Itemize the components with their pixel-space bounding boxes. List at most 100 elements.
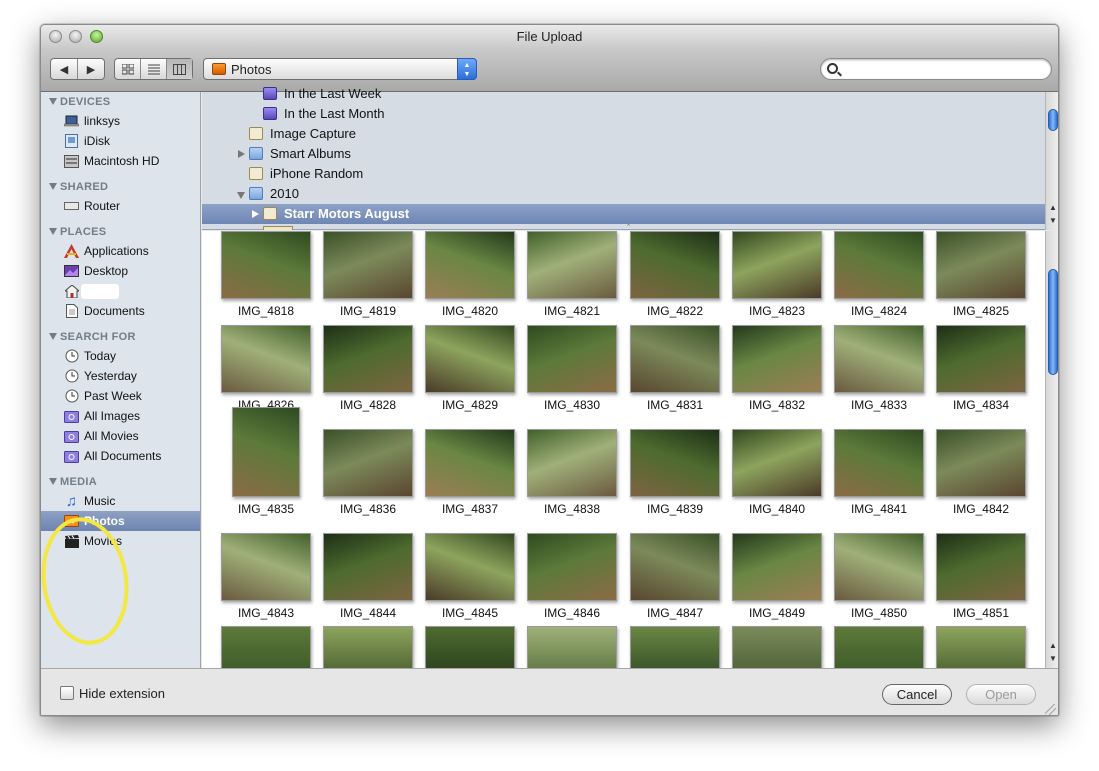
photo-thumbnail-partial[interactable] xyxy=(424,626,516,668)
photo-thumbnail[interactable]: IMG_4830 xyxy=(526,325,618,412)
photo-thumbnail[interactable]: IMG_4840 xyxy=(731,429,823,516)
photo-thumbnail[interactable]: IMG_4839 xyxy=(629,429,721,516)
list-view-icon[interactable] xyxy=(141,59,167,79)
sidebar-section-media[interactable]: MEDIA xyxy=(49,476,97,488)
sidebar-item-applications[interactable]: Applications xyxy=(41,241,200,261)
hide-extension-checkbox[interactable]: Hide extension xyxy=(60,686,165,701)
photo-thumbnail[interactable]: IMG_4846 xyxy=(526,533,618,620)
browser-row-in-the-last-month[interactable]: In the Last Month xyxy=(202,104,1045,124)
title-bar[interactable]: File Upload xyxy=(41,25,1058,49)
photo-thumbnail-partial[interactable] xyxy=(935,626,1027,668)
sidebar-item-router[interactable]: Router xyxy=(41,196,200,216)
sidebar-item-home[interactable] xyxy=(41,281,200,301)
sidebar-section-places[interactable]: PLACES xyxy=(49,226,106,238)
photo-thumbnail[interactable]: IMG_4837 xyxy=(424,429,516,516)
photo-thumbnail[interactable]: IMG_4849 xyxy=(731,533,823,620)
photo-thumbnail[interactable]: IMG_4832 xyxy=(731,325,823,412)
sidebar-section-shared[interactable]: SHARED xyxy=(49,181,108,193)
cancel-button[interactable]: Cancel xyxy=(882,684,952,705)
open-button[interactable]: Open xyxy=(966,684,1036,705)
browser-scroll-thumb[interactable] xyxy=(1048,109,1058,131)
sidebar-item-past-week[interactable]: Past Week xyxy=(41,386,200,406)
sidebar-item-macintosh-hd[interactable]: Macintosh HD xyxy=(41,151,200,171)
photo-thumbnail[interactable]: IMG_4851 xyxy=(935,533,1027,620)
photo-thumbnail[interactable]: IMG_4838 xyxy=(526,429,618,516)
sidebar-section-devices[interactable]: DEVICES xyxy=(49,96,110,108)
search-field[interactable] xyxy=(820,58,1052,80)
back-arrow-icon[interactable]: ◀ xyxy=(51,59,78,79)
photo-thumbnail[interactable]: IMG_4823 xyxy=(731,231,823,318)
photo-thumbnail-partial[interactable] xyxy=(731,626,823,668)
photo-thumbnail[interactable]: IMG_4826 xyxy=(220,325,312,412)
close-button[interactable] xyxy=(49,30,62,43)
sidebar-item-desktop[interactable]: Desktop xyxy=(41,261,200,281)
photo-thumbnail[interactable]: IMG_4820 xyxy=(424,231,516,318)
sidebar-section-search-for[interactable]: SEARCH FOR xyxy=(49,331,136,343)
photo-thumbnail[interactable]: IMG_4850 xyxy=(833,533,925,620)
browser-scrollbar[interactable]: ▲ ▼ xyxy=(1045,92,1058,230)
scroll-up-arrow-icon[interactable]: ▲ xyxy=(1046,639,1058,652)
disclosure-triangle-icon[interactable] xyxy=(237,192,245,199)
network-device-icon xyxy=(64,199,79,213)
photo-thumbnail[interactable]: IMG_4818 xyxy=(220,231,312,318)
photo-thumbnail[interactable]: IMG_4819 xyxy=(322,231,414,318)
photo-thumbnail-partial[interactable] xyxy=(220,626,312,668)
browser-row-image-capture[interactable]: Image Capture xyxy=(202,124,1045,144)
photo-thumbnail[interactable]: IMG_4844 xyxy=(322,533,414,620)
photo-thumbnail-partial[interactable] xyxy=(833,626,925,668)
disclosure-triangle-icon[interactable] xyxy=(252,210,259,218)
sidebar-item-linksys[interactable]: linksys xyxy=(41,111,200,131)
browser-row-in-the-last-week[interactable]: In the Last Week xyxy=(202,84,1045,104)
photo-thumbnail[interactable]: IMG_4831 xyxy=(629,325,721,412)
zoom-button[interactable] xyxy=(90,30,103,43)
photo-image xyxy=(323,325,413,393)
disclosure-triangle-icon[interactable] xyxy=(238,150,245,158)
photo-image xyxy=(936,533,1026,601)
photo-image xyxy=(425,626,515,668)
photo-thumbnail[interactable]: IMG_4833 xyxy=(833,325,925,412)
photo-thumbnail[interactable]: IMG_4843 xyxy=(220,533,312,620)
photo-thumbnail[interactable]: IMG_4835 xyxy=(220,407,312,516)
photo-thumbnail[interactable]: IMG_4841 xyxy=(833,429,925,516)
sidebar-item-idisk[interactable]: iDisk xyxy=(41,131,200,151)
photo-thumbnail[interactable]: IMG_4834 xyxy=(935,325,1027,412)
sidebar-item-all-documents[interactable]: All Documents xyxy=(41,446,200,466)
sidebar-item-all-images[interactable]: All Images xyxy=(41,406,200,426)
photo-thumbnail[interactable]: IMG_4845 xyxy=(424,533,516,620)
minimize-button[interactable] xyxy=(69,30,82,43)
clock-icon xyxy=(64,349,79,363)
sidebar-item-all-movies[interactable]: All Movies xyxy=(41,426,200,446)
scroll-up-arrow-icon[interactable]: ▲ xyxy=(1046,201,1058,214)
browser-row-2010[interactable]: 2010 xyxy=(202,184,1045,204)
sidebar-item-documents[interactable]: Documents xyxy=(41,301,200,321)
scroll-down-arrow-icon[interactable]: ▼ xyxy=(1046,214,1058,227)
photo-thumbnail[interactable]: IMG_4829 xyxy=(424,325,516,412)
photo-thumbnail[interactable]: IMG_4824 xyxy=(833,231,925,318)
scroll-down-arrow-icon[interactable]: ▼ xyxy=(1046,652,1058,665)
checkbox-box[interactable] xyxy=(60,686,74,700)
photo-thumbnail[interactable]: IMG_4822 xyxy=(629,231,721,318)
photo-thumbnail-partial[interactable] xyxy=(322,626,414,668)
photo-thumbnail[interactable]: IMG_4828 xyxy=(322,325,414,412)
column-view-icon[interactable] xyxy=(167,59,192,79)
browser-row-smart-albums[interactable]: Smart Albums xyxy=(202,144,1045,164)
resize-grip-icon[interactable] xyxy=(1045,704,1056,715)
icon-view-icon[interactable] xyxy=(115,59,141,79)
photo-image xyxy=(527,325,617,393)
forward-arrow-icon[interactable]: ▶ xyxy=(78,59,104,79)
browser-row-iphone-random[interactable]: iPhone Random xyxy=(202,164,1045,184)
sidebar-item-music[interactable]: ♫ Music xyxy=(41,491,200,511)
location-popup[interactable]: Photos ▲ ▼ xyxy=(203,58,477,80)
photo-thumbnail[interactable]: IMG_4821 xyxy=(526,231,618,318)
photo-thumbnail[interactable]: IMG_4836 xyxy=(322,429,414,516)
photo-thumbnail-partial[interactable] xyxy=(629,626,721,668)
photo-grid-scroll-thumb[interactable] xyxy=(1048,269,1058,375)
photo-thumbnail[interactable]: IMG_4842 xyxy=(935,429,1027,516)
photo-thumbnail[interactable]: IMG_4847 xyxy=(629,533,721,620)
sidebar-item-today[interactable]: Today xyxy=(41,346,200,366)
sidebar-item-yesterday[interactable]: Yesterday xyxy=(41,366,200,386)
photo-thumbnail-partial[interactable] xyxy=(526,626,618,668)
photo-thumbnail[interactable]: IMG_4825 xyxy=(935,231,1027,318)
photo-grid-scrollbar[interactable]: ▲ ▼ xyxy=(1045,231,1058,668)
browser-row-starr-motors-august[interactable]: Starr Motors August xyxy=(202,204,1045,224)
